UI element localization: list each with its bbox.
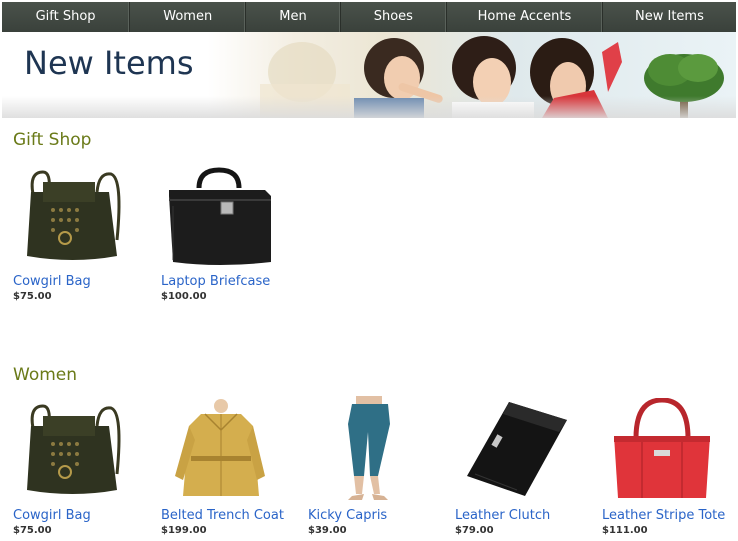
- product-card: Leather Stripe Tote $111.00: [602, 398, 738, 536]
- product-card: Cowgirl Bag $75.00: [13, 166, 153, 302]
- nav-men[interactable]: Men: [246, 2, 341, 32]
- nav-women[interactable]: Women: [130, 2, 247, 32]
- product-name-link[interactable]: Cowgirl Bag: [13, 274, 153, 289]
- product-name-link[interactable]: Belted Trench Coat: [161, 508, 301, 523]
- product-card: Cowgirl Bag $75.00: [13, 400, 153, 536]
- section-title-gift-shop: Gift Shop: [13, 130, 92, 150]
- section-title-women: Women: [13, 365, 78, 385]
- nav-home-accents[interactable]: Home Accents: [447, 2, 603, 32]
- product-price: $39.00: [308, 525, 347, 536]
- briefcase-icon[interactable]: [161, 166, 281, 270]
- trench-coat-icon[interactable]: [161, 396, 281, 504]
- tote-icon[interactable]: [602, 398, 722, 504]
- nav-shoes[interactable]: Shoes: [341, 2, 447, 32]
- product-price: $75.00: [13, 291, 52, 302]
- clutch-icon[interactable]: [455, 398, 575, 504]
- product-price: $111.00: [602, 525, 648, 536]
- product-card: Laptop Briefcase $100.00: [161, 166, 301, 302]
- nav-new-items[interactable]: New Items: [603, 2, 736, 32]
- top-nav: Gift Shop Women Men Shoes Home Accents N…: [2, 2, 736, 32]
- product-price: $75.00: [13, 525, 52, 536]
- page-title: New Items: [24, 44, 194, 82]
- product-price: $79.00: [455, 525, 494, 536]
- product-name-link[interactable]: Kicky Capris: [308, 508, 448, 523]
- cowgirl-bag-icon[interactable]: [13, 400, 133, 504]
- product-name-link[interactable]: Leather Clutch: [455, 508, 595, 523]
- banner-gradient: [2, 96, 736, 118]
- product-name-link[interactable]: Cowgirl Bag: [13, 508, 153, 523]
- capris-icon[interactable]: [308, 396, 428, 504]
- product-card: Leather Clutch $79.00: [455, 398, 595, 536]
- product-card: Kicky Capris $39.00: [308, 396, 448, 536]
- nav-gift-shop[interactable]: Gift Shop: [2, 2, 131, 32]
- hero-banner: New Items: [2, 32, 736, 118]
- cowgirl-bag-icon[interactable]: [13, 166, 133, 270]
- product-price: $100.00: [161, 291, 207, 302]
- product-card: Belted Trench Coat $199.00: [161, 396, 301, 536]
- product-price: $199.00: [161, 525, 207, 536]
- product-name-link[interactable]: Laptop Briefcase: [161, 274, 301, 289]
- product-name-link[interactable]: Leather Stripe Tote: [602, 508, 738, 523]
